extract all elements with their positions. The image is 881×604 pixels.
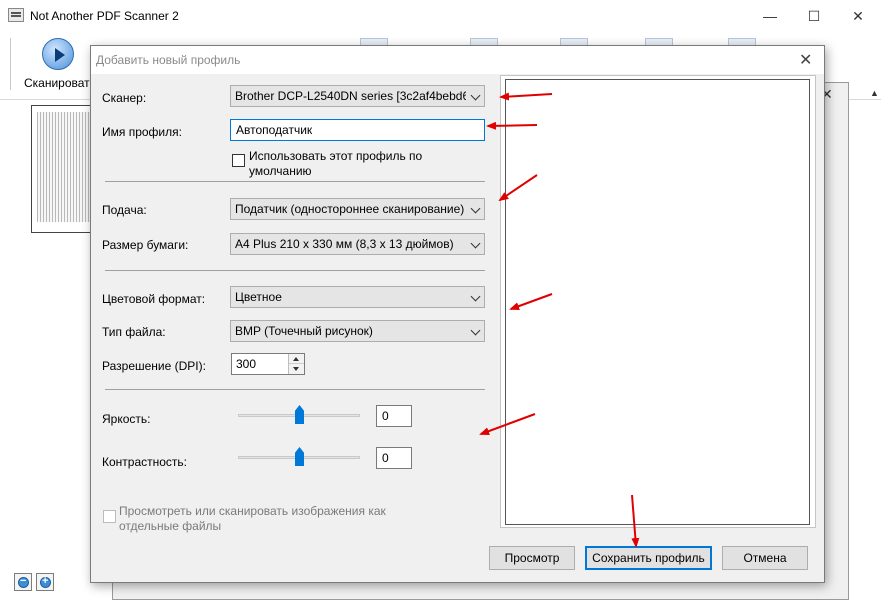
page-size-select[interactable]: A4 Plus 210 x 330 мм (8,3 x 13 дюймов) xyxy=(230,233,485,255)
section-divider xyxy=(105,181,485,182)
default-profile-label-line2: умолчанию xyxy=(249,164,312,178)
source-select-value: Податчик (одностороннее сканирование) xyxy=(235,202,465,216)
brightness-slider-thumb[interactable] xyxy=(295,405,304,424)
section-divider xyxy=(105,389,485,390)
save-profile-button[interactable]: Сохранить профиль xyxy=(585,546,712,570)
contrast-slider-thumb[interactable] xyxy=(295,447,304,466)
brightness-label: Яркость: xyxy=(102,412,151,426)
add-profile-dialog: Добавить новый профиль ✕ Сканер: Brother… xyxy=(90,45,825,583)
file-type-select-value: BMP (Точечный рисунок) xyxy=(235,324,373,338)
default-profile-checkbox[interactable] xyxy=(232,154,245,167)
scanner-app-icon xyxy=(8,8,24,22)
dialog-titlebar: Добавить новый профиль ✕ xyxy=(91,46,824,74)
brightness-slider[interactable] xyxy=(238,404,360,426)
zoom-out-button[interactable]: − xyxy=(14,573,32,591)
separate-files-checkbox[interactable] xyxy=(103,510,116,523)
scanner-select[interactable]: Brother DCP-L2540DN series [3c2af4bebd60 xyxy=(230,85,485,107)
separate-files-label-line2: отдельные файлы xyxy=(119,519,222,533)
minimize-icon[interactable]: — xyxy=(748,0,792,32)
color-format-select[interactable]: Цветное xyxy=(230,286,485,308)
zoom-in-icon: + xyxy=(42,575,49,587)
scan-play-icon xyxy=(42,38,74,70)
preview-area xyxy=(500,75,816,528)
dialog-close-icon[interactable]: ✕ xyxy=(799,50,812,70)
scanner-select-value: Brother DCP-L2540DN series [3c2af4bebd60 xyxy=(235,89,466,103)
scan-button-label: Сканировать xyxy=(24,76,96,90)
chevron-down-icon xyxy=(470,291,481,302)
chevron-down-icon xyxy=(470,203,481,214)
profile-name-input[interactable]: Автоподатчик xyxy=(230,119,485,141)
zoom-out-icon: − xyxy=(20,575,27,587)
page-size-select-value: A4 Plus 210 x 330 мм (8,3 x 13 дюймов) xyxy=(235,237,454,251)
page-size-label: Размер бумаги: xyxy=(102,238,189,252)
color-format-label: Цветовой формат: xyxy=(102,292,206,306)
chevron-down-icon xyxy=(470,90,481,101)
resolution-label: Разрешение (DPI): xyxy=(102,359,206,373)
app-titlebar: Not Another PDF Scanner 2 — ☐ ✕ xyxy=(0,0,881,32)
default-profile-label-line1: Использовать этот профиль по xyxy=(249,149,423,163)
scroll-up-arrow-icon[interactable]: ▲ xyxy=(870,88,879,98)
spin-down-icon[interactable] xyxy=(289,364,304,374)
separate-files-label-line1: Просмотреть или сканировать изображения … xyxy=(119,504,386,518)
thumbnail-image xyxy=(37,112,97,222)
contrast-value-input[interactable]: 0 xyxy=(376,447,412,469)
app-title: Not Another PDF Scanner 2 xyxy=(30,9,179,23)
maximize-icon[interactable]: ☐ xyxy=(792,0,836,32)
contrast-label: Контрастность: xyxy=(102,455,188,469)
cancel-button[interactable]: Отмена xyxy=(722,546,808,570)
preview-button[interactable]: Просмотр xyxy=(489,546,575,570)
brightness-value-input[interactable]: 0 xyxy=(376,405,412,427)
dialog-title: Добавить новый профиль xyxy=(96,53,241,67)
source-select[interactable]: Податчик (одностороннее сканирование) xyxy=(230,198,485,220)
scan-button[interactable]: Сканировать xyxy=(14,36,96,96)
resolution-spinner[interactable]: 300 xyxy=(231,353,305,375)
resolution-spin-buttons xyxy=(288,354,304,374)
toolbar-separator xyxy=(10,38,11,90)
preview-page xyxy=(505,79,810,525)
resolution-value: 300 xyxy=(236,357,257,371)
chevron-down-icon xyxy=(470,238,481,249)
source-label: Подача: xyxy=(102,203,147,217)
close-icon[interactable]: ✕ xyxy=(836,0,880,32)
file-type-select[interactable]: BMP (Точечный рисунок) xyxy=(230,320,485,342)
contrast-slider[interactable] xyxy=(238,446,360,468)
scanner-label: Сканер: xyxy=(102,91,147,105)
section-divider xyxy=(105,270,485,271)
chevron-down-icon xyxy=(470,325,481,336)
color-format-select-value: Цветное xyxy=(235,290,282,304)
zoom-in-button[interactable]: + xyxy=(36,573,54,591)
profile-name-label: Имя профиля: xyxy=(102,125,182,139)
spin-up-icon[interactable] xyxy=(289,354,304,364)
file-type-label: Тип файла: xyxy=(102,325,166,339)
